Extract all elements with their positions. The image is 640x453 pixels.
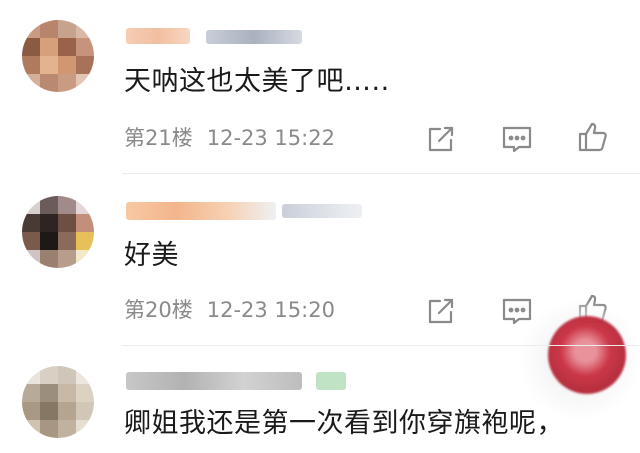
- user-badge: [316, 372, 346, 390]
- comment-item-3: 卿姐我还是第一次看到你穿旗袍呢，: [0, 0, 640, 453]
- username[interactable]: [126, 372, 302, 390]
- avatar[interactable]: [22, 366, 94, 438]
- comment-text: 卿姐我还是第一次看到你穿旗袍呢，: [124, 408, 564, 439]
